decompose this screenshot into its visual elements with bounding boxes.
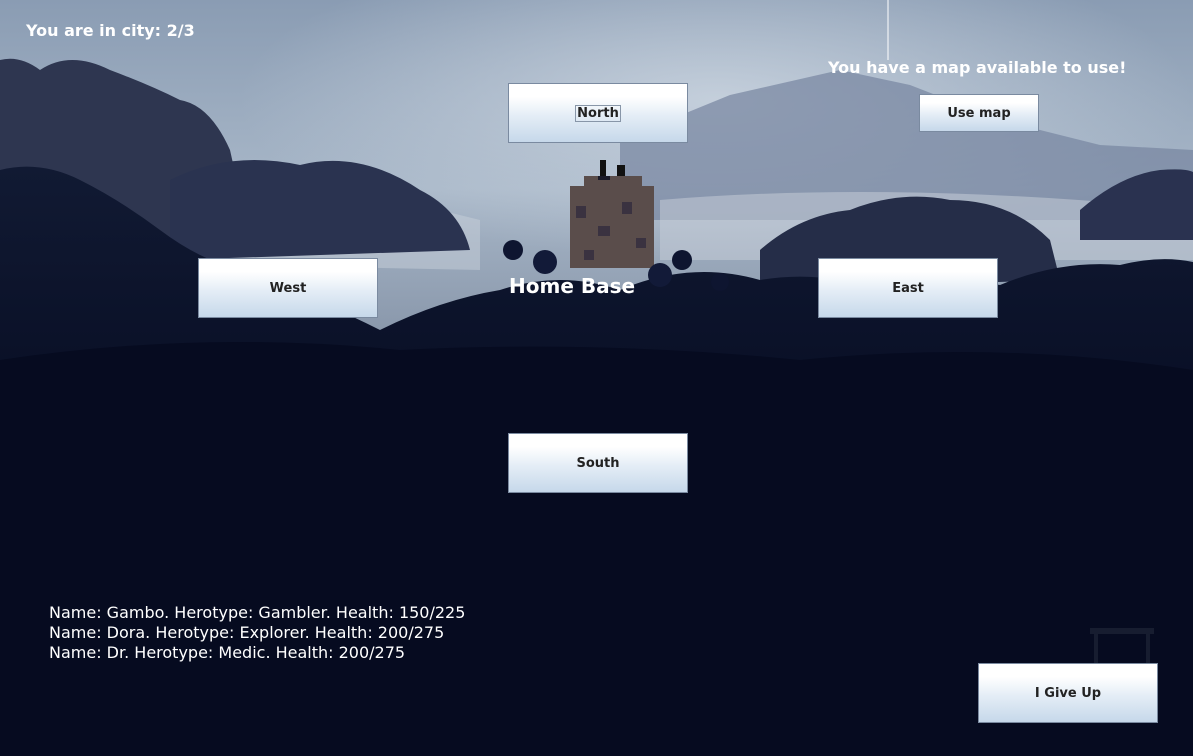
east-button[interactable]: East (818, 258, 998, 318)
party-member-status: Name: Gambo. Herotype: Gambler. Health: … (49, 603, 466, 622)
party-status-list: Name: Gambo. Herotype: Gambler. Health: … (49, 603, 465, 663)
map-available-message: You have a map available to use! (828, 58, 1127, 77)
current-location-label: Home Base (509, 274, 636, 298)
west-button-label: West (269, 280, 307, 296)
give-up-button[interactable]: I Give Up (978, 663, 1158, 723)
give-up-button-label: I Give Up (1034, 685, 1102, 701)
party-member-status: Name: Dr. Herotype: Medic. Health: 200/2… (49, 643, 406, 662)
south-button-label: South (576, 455, 620, 471)
north-button-label: North (575, 104, 621, 122)
north-button[interactable]: North (508, 83, 688, 143)
use-map-button-label: Use map (947, 105, 1011, 121)
party-member-status: Name: Dora. Herotype: Explorer. Health: … (49, 623, 445, 642)
west-button[interactable]: West (198, 258, 378, 318)
south-button[interactable]: South (508, 433, 688, 493)
use-map-button[interactable]: Use map (919, 94, 1039, 132)
city-progress-text: You are in city: 2/3 (26, 21, 195, 40)
east-button-label: East (892, 280, 924, 296)
